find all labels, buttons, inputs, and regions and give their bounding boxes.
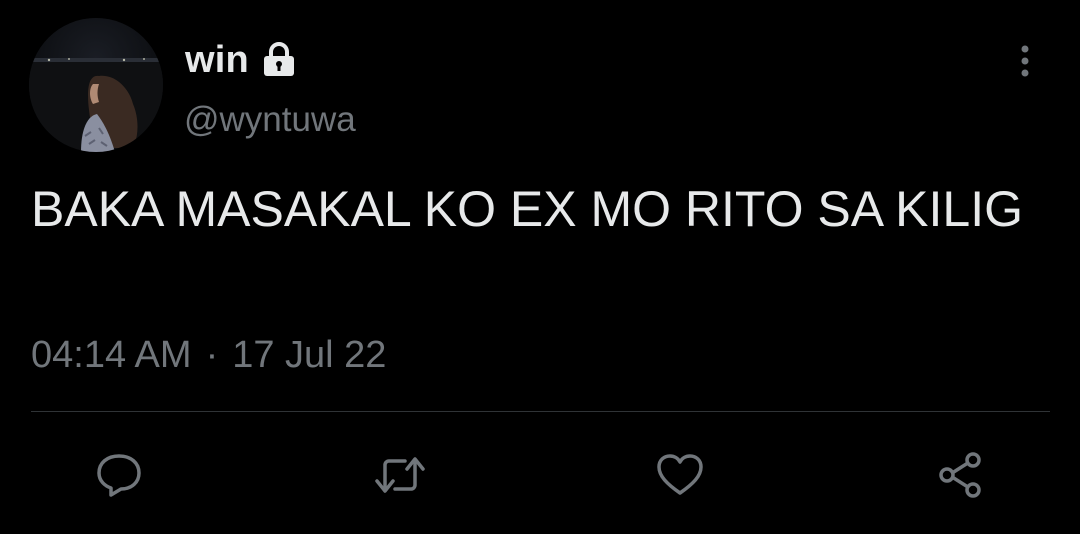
tweet-time[interactable]: 04:14 AM bbox=[31, 334, 192, 377]
display-name[interactable]: win bbox=[185, 39, 249, 82]
comment-icon bbox=[93, 449, 145, 501]
reply-button[interactable] bbox=[89, 445, 149, 505]
divider bbox=[31, 411, 1050, 412]
retweet-button[interactable] bbox=[370, 445, 430, 505]
avatar[interactable] bbox=[29, 18, 163, 152]
lock-icon bbox=[259, 40, 299, 80]
share-button[interactable] bbox=[930, 445, 990, 505]
more-vertical-icon[interactable] bbox=[1010, 40, 1040, 82]
timestamp-separator: · bbox=[205, 334, 219, 376]
author-name-row: win bbox=[185, 34, 299, 86]
heart-icon bbox=[653, 449, 707, 501]
tweet-date[interactable]: 17 Jul 22 bbox=[232, 334, 386, 377]
retweet-icon bbox=[371, 449, 429, 501]
tweet-timestamp: 04:14 AM · 17 Jul 22 bbox=[31, 334, 386, 377]
like-button[interactable] bbox=[650, 445, 710, 505]
user-handle[interactable]: @wyntuwa bbox=[184, 100, 356, 140]
share-icon bbox=[933, 448, 987, 502]
tweet-text: BAKA MASAKAL KO EX MO RITO SA KILIG bbox=[31, 181, 1024, 237]
